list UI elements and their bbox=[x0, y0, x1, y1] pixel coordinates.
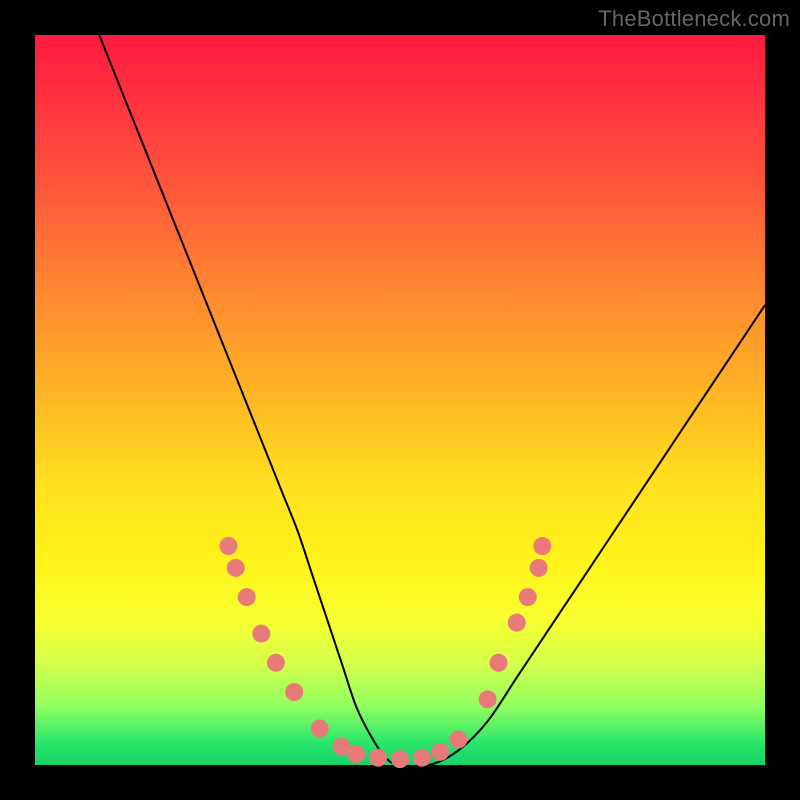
watermark-text: TheBottleneck.com bbox=[598, 6, 790, 32]
data-marker bbox=[449, 730, 467, 748]
data-marker bbox=[519, 588, 537, 606]
data-marker bbox=[238, 588, 256, 606]
data-marker bbox=[311, 720, 329, 738]
markers-group bbox=[219, 537, 551, 768]
data-marker bbox=[530, 559, 548, 577]
data-marker bbox=[431, 743, 449, 761]
data-marker bbox=[479, 690, 497, 708]
data-marker bbox=[413, 749, 431, 767]
data-marker bbox=[508, 614, 526, 632]
data-marker bbox=[369, 749, 387, 767]
data-marker bbox=[347, 745, 365, 763]
data-marker bbox=[252, 625, 270, 643]
data-marker bbox=[227, 559, 245, 577]
data-marker bbox=[267, 654, 285, 672]
frame: TheBottleneck.com bbox=[0, 0, 800, 800]
chart-svg bbox=[35, 35, 765, 765]
data-marker bbox=[533, 537, 551, 555]
data-marker bbox=[219, 537, 237, 555]
data-marker bbox=[391, 750, 409, 768]
data-marker bbox=[490, 654, 508, 672]
data-marker bbox=[285, 683, 303, 701]
curve-line bbox=[93, 20, 765, 766]
plot-area bbox=[35, 35, 765, 765]
